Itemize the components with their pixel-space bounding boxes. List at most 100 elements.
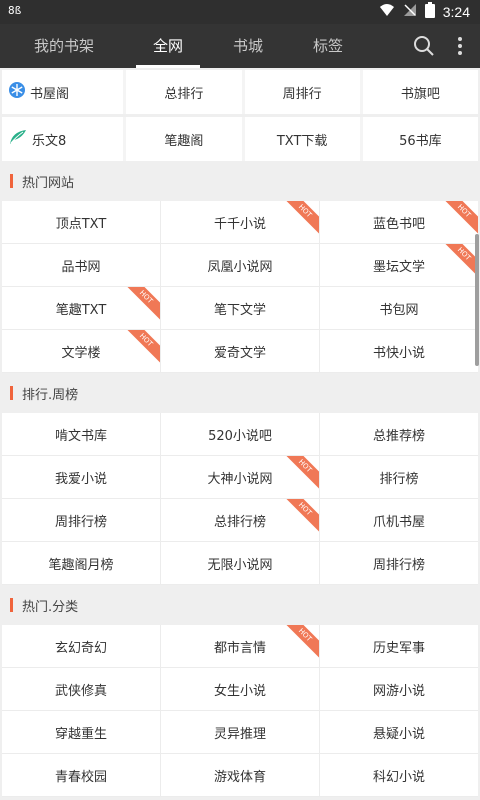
grid-item-label: 墨坛文学 — [372, 259, 425, 275]
grid-item-label: 520小说吧 — [208, 428, 272, 444]
grid-item[interactable]: 排行榜 — [320, 456, 478, 499]
grid-item-label: 品书网 — [61, 259, 101, 275]
section-title: 热门.分类 — [22, 599, 79, 615]
source-link[interactable]: 总排行 — [126, 70, 242, 114]
grid-item[interactable]: 穿越重生 — [2, 711, 161, 754]
tab-my-bookshelf[interactable]: 我的书架 — [24, 24, 104, 68]
hot-badge: HOT — [121, 330, 160, 365]
grid-item-label: 顶点TXT — [55, 216, 107, 232]
source-link[interactable]: 56书库 — [362, 117, 478, 161]
grid-item[interactable]: 灵异推理 — [161, 711, 320, 754]
grid-item[interactable]: 凤凰小说网 — [161, 244, 320, 287]
grid-item[interactable]: 文学楼 HOT — [2, 330, 161, 373]
grid-item[interactable]: 啃文书库 — [2, 413, 161, 456]
content-area: 书屋阁 总排行 周排行 书旗吧 乐文8 笔趣阁 TXT下载 56书库 热门网站 … — [0, 68, 480, 800]
grid-item-label: 凤凰小说网 — [207, 259, 273, 275]
grid-item[interactable]: 大神小说网 HOT — [161, 456, 320, 499]
grid-item[interactable]: 女生小说 — [161, 668, 320, 711]
grid-item-label: 千千小说 — [213, 216, 266, 232]
grid-item[interactable]: 千千小说 HOT — [161, 201, 320, 244]
no-signal-icon — [403, 2, 417, 22]
leaf-icon — [8, 128, 28, 150]
grid-item[interactable]: 游戏体育 — [161, 754, 320, 797]
grid-item-label: 爱奇文学 — [213, 345, 266, 361]
grid-item-label: 游戏体育 — [213, 769, 266, 785]
grid-item-label: 周排行榜 — [54, 514, 107, 530]
more-vertical-icon[interactable] — [448, 34, 472, 58]
grid-row: 我爱小说 大神小说网 HOT 排行榜 — [2, 456, 478, 499]
grid-item[interactable]: 总推荐榜 — [320, 413, 478, 456]
tab-bookstore[interactable]: 书城 — [208, 24, 288, 68]
grid-item-label: 笔趣阁月榜 — [48, 557, 114, 573]
grid-row: 笔趣TXT HOT 笔下文学 书包网 — [2, 287, 478, 330]
tab-tags[interactable]: 标签 — [288, 24, 368, 68]
grid-item[interactable]: 历史军事 — [320, 625, 478, 668]
grid-item-label: 笔趣TXT — [55, 302, 107, 318]
hot-badge: HOT — [280, 625, 319, 660]
grid-item[interactable]: 都市言情 HOT — [161, 625, 320, 668]
grid-item[interactable]: 书快小说 — [320, 330, 478, 373]
grid-item[interactable]: 爱奇文学 — [161, 330, 320, 373]
grid-item[interactable]: 悬疑小说 — [320, 711, 478, 754]
grid-item[interactable]: 笔下文学 — [161, 287, 320, 330]
grid-item[interactable]: 书包网 — [320, 287, 478, 330]
grid-item[interactable]: 我爱小说 — [2, 456, 161, 499]
grid-row: 周排行榜 总排行榜 HOT 爪机书屋 — [2, 499, 478, 542]
hot-badge: HOT — [280, 456, 319, 491]
grid-item-label: 武侠修真 — [54, 683, 107, 699]
tab-all-web[interactable]: 全网 — [128, 24, 208, 68]
section-accent-bar — [10, 174, 13, 188]
grid-item[interactable]: 总排行榜 HOT — [161, 499, 320, 542]
grid-item[interactable]: 墨坛文学 HOT — [320, 244, 478, 287]
grid-item-label: 蓝色书吧 — [372, 216, 425, 232]
source-link[interactable]: 周排行 — [244, 70, 360, 114]
grid-item-label: 历史军事 — [372, 640, 425, 656]
search-icon[interactable] — [412, 34, 436, 58]
scrollbar[interactable] — [475, 234, 479, 366]
grid-item-label: 灵异推理 — [213, 726, 266, 742]
source-brand-lewen8[interactable]: 乐文8 — [2, 117, 124, 161]
source-link[interactable]: 笔趣阁 — [126, 117, 242, 161]
hot-badge: HOT — [439, 244, 478, 279]
grid-item[interactable]: 无限小说网 — [161, 542, 320, 585]
wifi-icon — [379, 2, 395, 22]
grid-item[interactable]: 笔趣TXT HOT — [2, 287, 161, 330]
grid-item[interactable]: 顶点TXT — [2, 201, 161, 244]
hot-badge: HOT — [121, 287, 160, 322]
grid-row: 笔趣阁月榜 无限小说网 周排行榜 — [2, 542, 478, 585]
section-title: 热门网站 — [22, 175, 75, 191]
source-link[interactable]: 书旗吧 — [362, 70, 478, 114]
source-brand-shuwuge[interactable]: 书屋阁 — [2, 70, 124, 114]
grid-item[interactable]: 周排行榜 — [320, 542, 478, 585]
grid-item[interactable]: 武侠修真 — [2, 668, 161, 711]
grid-item-label: 总排行榜 — [213, 514, 266, 530]
grid-item[interactable]: 520小说吧 — [161, 413, 320, 456]
status-time: 3:24 — [442, 4, 470, 20]
grid-item-label: 总推荐榜 — [372, 428, 425, 444]
grid-item-label: 女生小说 — [213, 683, 266, 699]
grid-item-label: 大神小说网 — [207, 471, 273, 487]
grid-row: 品书网 凤凰小说网 墨坛文学 HOT — [2, 244, 478, 287]
hot-badge: HOT — [280, 201, 319, 236]
grid-item[interactable]: 青春校园 — [2, 754, 161, 797]
grid-row: 青春校园 游戏体育 科幻小说 — [2, 754, 478, 797]
grid-item[interactable]: 笔趣阁月榜 — [2, 542, 161, 585]
grid-item[interactable]: 网游小说 — [320, 668, 478, 711]
section-accent-bar — [10, 386, 13, 400]
source-brand-label: 书屋阁 — [30, 86, 70, 102]
grid-item[interactable]: 蓝色书吧 HOT — [320, 201, 478, 244]
snowflake-icon — [8, 81, 26, 103]
grid-item[interactable]: 玄幻奇幻 — [2, 625, 161, 668]
grid-row: 武侠修真 女生小说 网游小说 — [2, 668, 478, 711]
section-header-weekly-ranking: 排行.周榜 — [0, 373, 480, 413]
top-navigation-bar: 我的书架 全网 书城 标签 — [0, 24, 480, 68]
grid-item[interactable]: 周排行榜 — [2, 499, 161, 542]
grid-item-label: 穿越重生 — [54, 726, 107, 742]
grid-item[interactable]: 爪机书屋 — [320, 499, 478, 542]
grid-item[interactable]: 科幻小说 — [320, 754, 478, 797]
source-link[interactable]: TXT下载 — [244, 117, 360, 161]
section-title: 排行.周榜 — [22, 387, 79, 403]
status-bar: 8ß 3:24 — [0, 0, 480, 24]
grid-item[interactable]: 品书网 — [2, 244, 161, 287]
battery-icon — [424, 2, 435, 22]
